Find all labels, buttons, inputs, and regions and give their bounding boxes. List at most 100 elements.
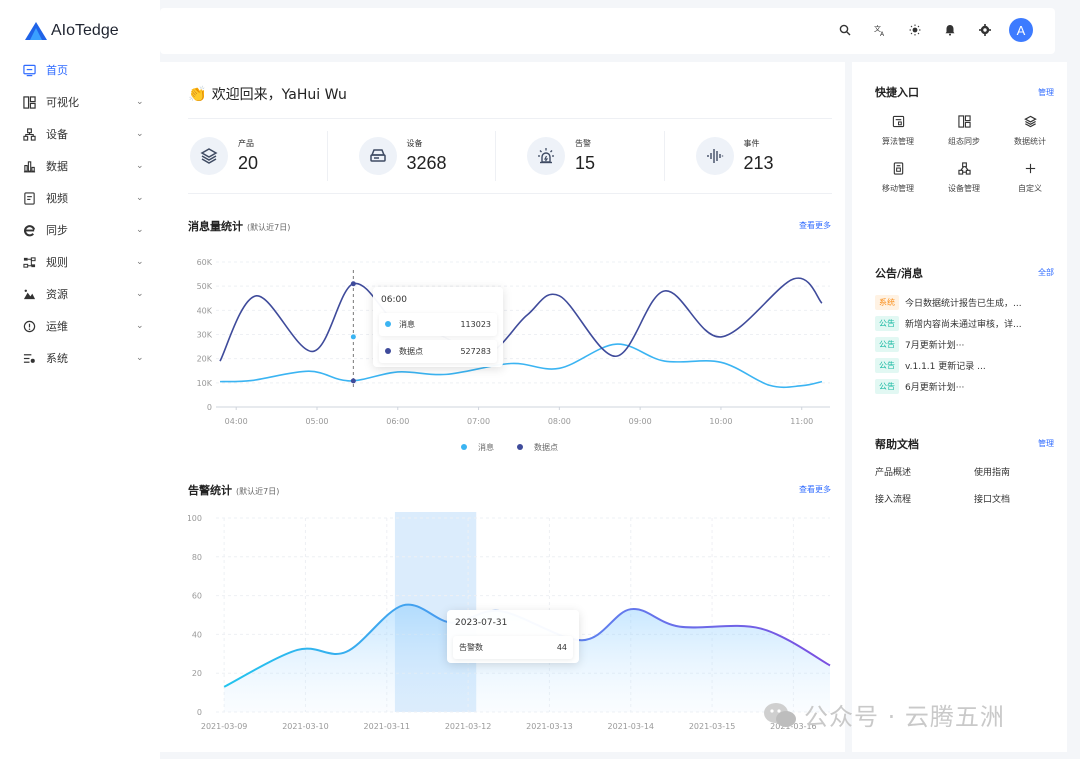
notice-text: 6月更新计划··· — [905, 383, 965, 393]
x-tick-label: 2021-03-13 — [526, 722, 573, 731]
sidebar-item-9[interactable]: 系统 ⌄ — [0, 342, 160, 374]
y-tick-label: 60 — [192, 592, 202, 601]
chevron-down-icon[interactable]: ⌄ — [136, 353, 146, 363]
x-tick-label: 2021-03-10 — [282, 722, 329, 731]
help-manage-link[interactable]: 管理 — [1038, 438, 1054, 449]
sidebar-item-label: 资源 — [46, 288, 68, 301]
alarm-chart-more-link[interactable]: 查看更多 — [799, 484, 831, 495]
stat-label: 告警 — [575, 139, 591, 148]
gear-icon[interactable] — [975, 20, 995, 40]
x-tick-label: 2021-03-09 — [201, 722, 248, 731]
notice-item[interactable]: 系统 今日数据统计报告已生成，... — [875, 292, 1060, 313]
y-tick-label: 20 — [192, 669, 202, 678]
notice-tag: 公告 — [875, 379, 899, 394]
x-tick-label: 09:00 — [629, 417, 652, 426]
chevron-down-icon[interactable]: ⌄ — [136, 193, 146, 203]
notice-item[interactable]: 公告 v.1.1.1 更新记录 ... — [875, 355, 1060, 376]
stat-card[interactable]: 设备 3268 — [326, 119, 496, 193]
stack-icon — [1021, 112, 1039, 130]
chevron-down-icon[interactable]: ⌄ — [136, 321, 146, 331]
chevron-down-icon[interactable]: ⌄ — [136, 257, 146, 267]
quick-item-label: 数据统计 — [1014, 137, 1046, 146]
user-avatar[interactable]: A — [1009, 18, 1033, 42]
sidebar-item-6[interactable]: 规则 ⌄ — [0, 246, 160, 278]
right-panel: 快捷入口 管理 算法管理 组态同步 数据统计 移动管理 设备管理 自定义 公告/消息 全部… — [852, 62, 1067, 752]
quick-item-label: 算法管理 — [882, 137, 914, 146]
alarm-icon — [527, 137, 565, 175]
sidebar-item-0[interactable]: 首页 — [0, 54, 160, 86]
chevron-down-icon[interactable]: ⌄ — [136, 161, 146, 171]
bell-icon[interactable] — [940, 20, 960, 40]
x-tick-label: 2021-03-11 — [364, 722, 411, 731]
welcome-heading: 👏 欢迎回来，YaHui Wu — [188, 84, 347, 104]
app-logo[interactable]: AIoTedge — [24, 18, 119, 44]
chevron-down-icon[interactable]: ⌄ — [136, 225, 146, 235]
sidebar-item-4[interactable]: 视频 ⌄ — [0, 182, 160, 214]
sidebar-item-5[interactable]: 同步 ⌄ — [0, 214, 160, 246]
notice-item[interactable]: 公告 7月更新计划··· — [875, 334, 1060, 355]
plus-icon — [1021, 159, 1039, 177]
help-doc-link[interactable]: 接入流程 — [875, 492, 974, 505]
clap-icon: 👏 — [188, 85, 207, 103]
tooltip-series-value: 44 — [556, 643, 567, 652]
chevron-down-icon[interactable]: ⌄ — [136, 289, 146, 299]
x-tick-label: 05:00 — [305, 417, 328, 426]
help-doc-link[interactable]: 产品概述 — [875, 465, 974, 478]
help-docs-list: 产品概述 使用指南接入流程 接口文档 — [875, 465, 1055, 505]
message-chart-more-link[interactable]: 查看更多 — [799, 220, 831, 231]
sidebar-item-7[interactable]: 资源 ⌄ — [0, 278, 160, 310]
help-doc-link[interactable]: 使用指南 — [974, 465, 1054, 478]
legend-dot — [385, 321, 391, 327]
notice-all-link[interactable]: 全部 — [1038, 267, 1054, 278]
quick-item[interactable]: 移动管理 — [865, 159, 931, 194]
tooltip-series-value: 113023 — [460, 320, 491, 329]
algorithm-icon — [889, 112, 907, 130]
quick-item[interactable]: 算法管理 — [865, 112, 931, 147]
grid-icon — [955, 112, 973, 130]
sidebar-item-label: 设备 — [46, 128, 68, 141]
stat-card[interactable]: 告警 15 — [495, 119, 664, 193]
stat-card[interactable]: 事件 213 — [663, 119, 833, 193]
sun-icon[interactable] — [905, 20, 925, 40]
tooltip-series-value: 527283 — [460, 347, 491, 356]
top-bar: 文A A — [160, 8, 1055, 54]
sidebar-item-8[interactable]: 运维 ⌄ — [0, 310, 160, 342]
help-doc-link[interactable]: 接口文档 — [974, 492, 1054, 505]
quick-item[interactable]: 组态同步 — [931, 112, 997, 147]
mobile-icon — [889, 159, 907, 177]
tooltip-row-alarm: 告警数 44 — [453, 636, 573, 659]
quick-manage-link[interactable]: 管理 — [1038, 87, 1054, 98]
tooltip-date: 2023-07-31 — [455, 618, 508, 628]
stat-label: 事件 — [743, 139, 760, 148]
stat-card[interactable]: 产品 20 — [188, 119, 327, 193]
x-tick-label: 2021-03-14 — [608, 722, 655, 731]
stat-value: 15 — [575, 153, 596, 173]
tooltip-time: 06:00 — [381, 295, 407, 305]
legend-label[interactable]: 数据点 — [534, 442, 558, 452]
x-tick-label: 07:00 — [467, 417, 490, 426]
search-icon[interactable] — [835, 20, 855, 40]
y-tick-label: 20K — [197, 355, 213, 364]
video-icon — [22, 191, 36, 205]
translate-icon[interactable]: 文A — [870, 20, 890, 40]
notice-item[interactable]: 公告 新增内容尚未通过审核，详... — [875, 313, 1060, 334]
message-line-chart: 0 10K 20K 30K 40K 50K 60K 04:00 05:00 06:00 07:00 0… — [197, 258, 830, 452]
notice-title: 公告/消息 — [875, 267, 924, 280]
sidebar-item-1[interactable]: 可视化 ⌄ — [0, 86, 160, 118]
settings-list-icon — [22, 351, 36, 365]
y-tick-label: 0 — [207, 403, 212, 412]
app-name: AIoTedge — [51, 22, 119, 39]
sidebar-item-2[interactable]: 设备 ⌄ — [0, 118, 160, 150]
chevron-down-icon[interactable]: ⌄ — [136, 129, 146, 139]
chevron-down-icon[interactable]: ⌄ — [136, 97, 146, 107]
legend-label[interactable]: 消息 — [478, 442, 494, 452]
notice-item[interactable]: 公告 6月更新计划··· — [875, 376, 1060, 397]
quick-item[interactable]: 数据统计 — [997, 112, 1063, 147]
alarm-chart-subtitle: (默认近7日) — [236, 487, 280, 496]
tooltip-series-name: 数据点 — [399, 347, 423, 356]
bar-chart-icon — [22, 159, 36, 173]
quick-item[interactable]: 设备管理 — [931, 159, 997, 194]
quick-item[interactable]: 自定义 — [997, 159, 1063, 194]
sidebar-item-3[interactable]: 数据 ⌄ — [0, 150, 160, 182]
quick-item-label: 移动管理 — [882, 184, 914, 193]
